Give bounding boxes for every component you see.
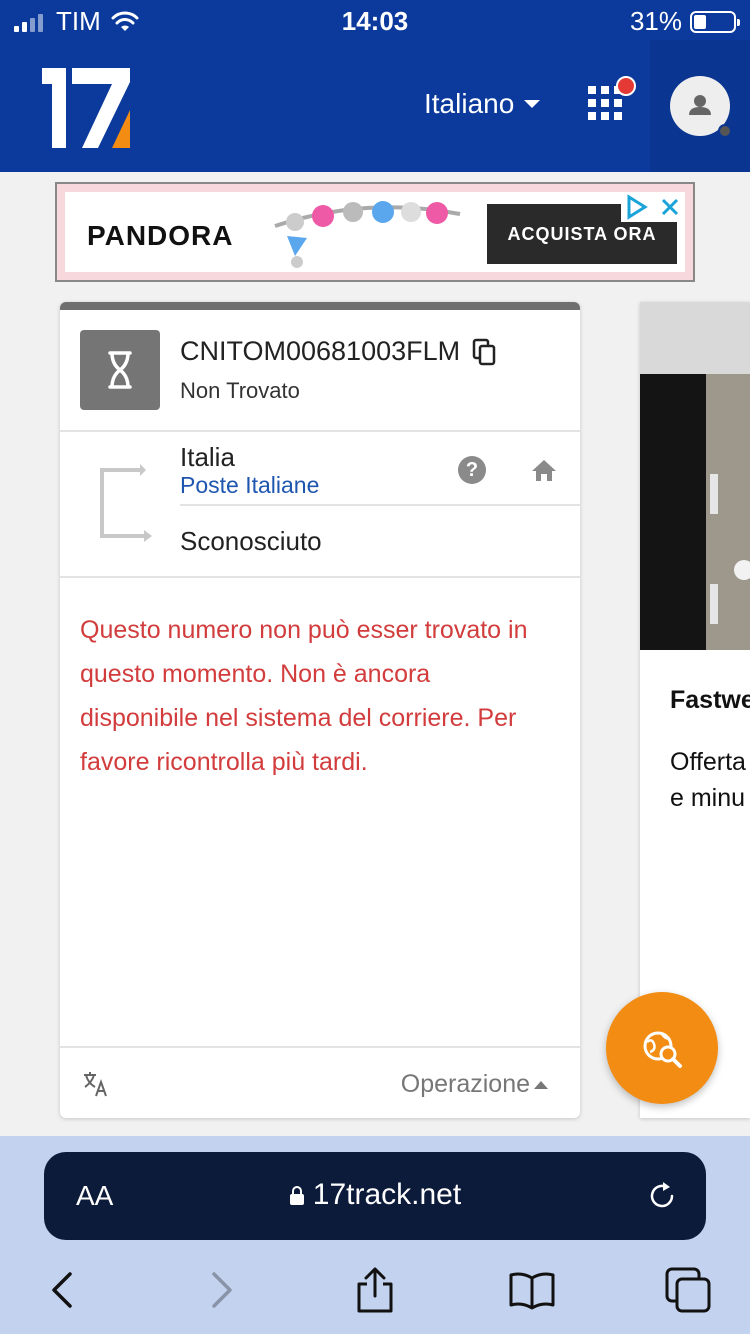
adchoices-icon[interactable]: [621, 192, 651, 222]
browser-toolbar: [0, 1266, 750, 1326]
address-bar[interactable]: AA 17track.net: [44, 1152, 706, 1240]
forward-button[interactable]: [196, 1266, 244, 1314]
status-bar: TIM 14:03 31%: [0, 0, 750, 40]
notification-dot: [616, 76, 636, 96]
battery-icon: [690, 10, 740, 33]
ad-banner[interactable]: PANDORA ACQUISTA ORA: [55, 182, 695, 282]
divider: [180, 504, 580, 506]
operations-toggle[interactable]: Operazione: [401, 1070, 548, 1099]
copy-icon[interactable]: [472, 338, 496, 366]
close-icon[interactable]: [655, 192, 685, 222]
apps-grid-button[interactable]: [588, 76, 636, 122]
carrier-link[interactable]: Poste Italiane: [180, 472, 319, 499]
bookmarks-button[interactable]: [508, 1266, 556, 1314]
tracking-number[interactable]: CNITOM00681003FLM: [180, 336, 460, 367]
status-dot: [718, 124, 732, 138]
tracking-card-header: CNITOM00681003FLM Non Trovato: [60, 310, 580, 432]
track-fab-button[interactable]: [606, 992, 718, 1104]
url-text: 17track.net: [312, 1178, 462, 1211]
ad-controls: [621, 192, 685, 222]
origin-country: Italia: [180, 442, 235, 472]
bracelet-image: [274, 201, 461, 268]
chevron-up-icon: [534, 1080, 548, 1089]
tracking-status: Non Trovato: [180, 378, 300, 403]
reload-icon[interactable]: [646, 1180, 678, 1212]
ad-brand: PANDORA: [87, 220, 234, 251]
side-card-text: Offerta e minu: [670, 744, 746, 816]
url-display[interactable]: 17track.net: [44, 1178, 706, 1212]
share-icon: [357, 1267, 393, 1313]
carrier-block: Italia Poste Italiane ? Sconosciuto: [60, 432, 580, 578]
share-button[interactable]: [351, 1266, 399, 1314]
destination-status: Sconosciuto: [180, 526, 322, 556]
globe-search-icon: [643, 1031, 682, 1068]
lock-icon: [289, 1186, 304, 1205]
chevron-down-icon: [524, 100, 541, 108]
tracking-card: CNITOM00681003FLM Non Trovato Italia Pos…: [60, 302, 580, 1118]
battery-percent: 31%: [629, 6, 682, 36]
route-icon: [100, 464, 152, 542]
account-area[interactable]: [650, 40, 750, 172]
home-icon[interactable]: [530, 456, 558, 484]
side-card-strip: [640, 302, 750, 374]
side-card-line2: e minu: [670, 784, 746, 812]
ad-content[interactable]: PANDORA ACQUISTA ORA: [65, 192, 685, 272]
back-button[interactable]: [40, 1266, 88, 1314]
not-found-message: Questo numero non può esser trovato in q…: [80, 616, 528, 776]
avatar[interactable]: [670, 76, 732, 138]
side-card-image: [640, 374, 750, 650]
forward-icon: [212, 1272, 232, 1308]
tabs-button[interactable]: [664, 1266, 712, 1314]
logo-17[interactable]: [40, 68, 140, 148]
help-icon[interactable]: ?: [458, 456, 486, 484]
side-card-line1: Offerta: [670, 748, 746, 776]
status-icon-box: [80, 330, 160, 410]
back-icon: [52, 1272, 72, 1308]
bookmarks-icon: [509, 1272, 555, 1310]
hourglass-icon: [108, 351, 132, 389]
language-selector[interactable]: Italiano: [424, 88, 541, 120]
language-label: Italiano: [424, 88, 515, 119]
tracking-number-row: CNITOM00681003FLM: [180, 336, 496, 367]
tabs-icon: [665, 1267, 711, 1313]
top-region: TIM 14:03 31% Italiano: [0, 0, 750, 172]
browser-bar: AA 17track.net: [0, 1136, 750, 1334]
app-header: Italiano: [0, 40, 750, 172]
operations-label: Operazione: [400, 1070, 530, 1098]
tracking-card-footer: Operazione: [60, 1046, 580, 1118]
status-right: 31%: [629, 6, 740, 37]
translate-icon[interactable]: [82, 1070, 110, 1098]
side-card-title: Fastwe: [670, 686, 750, 714]
